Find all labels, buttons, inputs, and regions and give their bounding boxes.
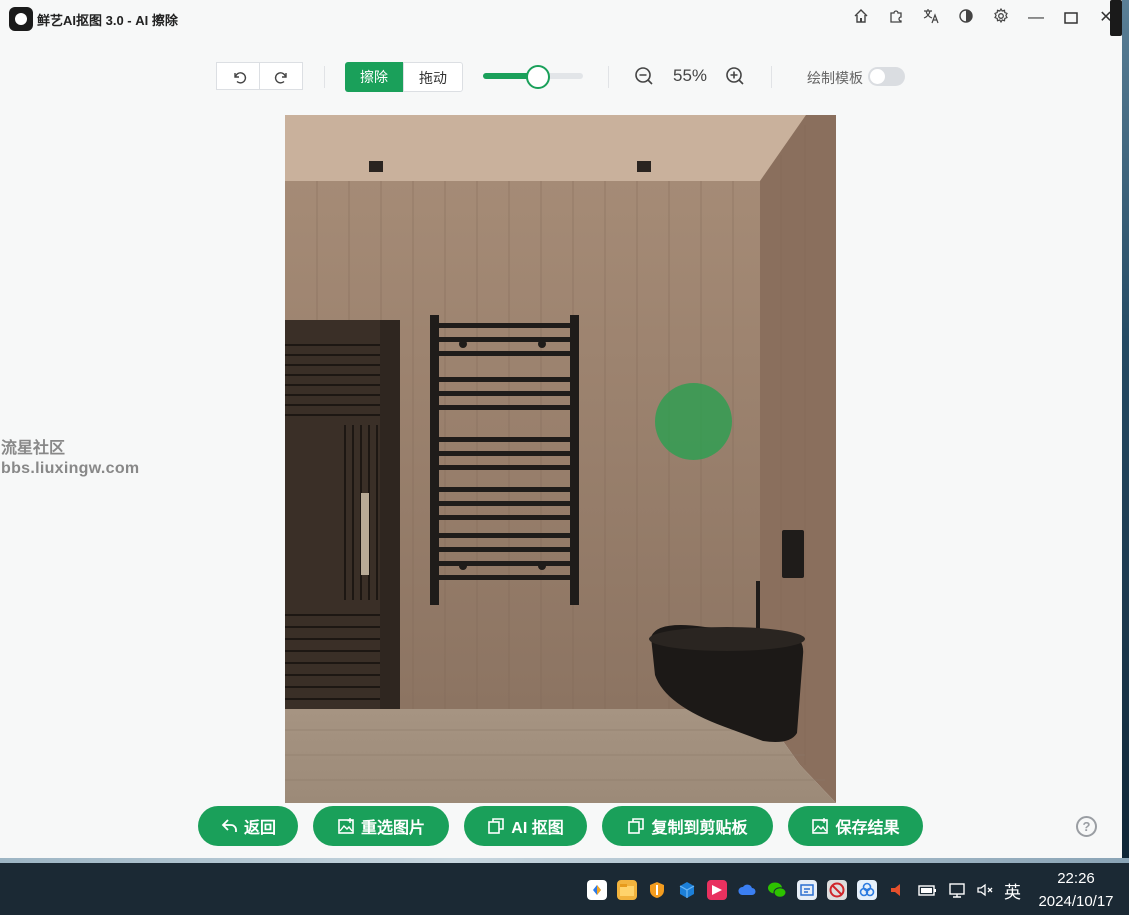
watermark-url: bbs.liuxingw.com xyxy=(1,460,140,477)
gear-icon[interactable] xyxy=(991,7,1011,28)
wechat-tray-icon[interactable] xyxy=(767,880,787,900)
copy-to-clipboard-button[interactable]: 复制到剪贴板 xyxy=(602,806,773,846)
back-button-label: 返回 xyxy=(243,820,276,837)
image-canvas[interactable] xyxy=(285,115,836,803)
network-app-tray-icon[interactable] xyxy=(857,880,877,900)
toolbar-divider xyxy=(608,66,609,88)
title-bar: 鲜艺AI抠图 3.0 - AI 擦除 — ✕ xyxy=(0,0,1122,36)
image-save-icon xyxy=(812,818,829,834)
ai-cutout-label: AI 抠图 xyxy=(511,820,564,837)
save-result-button[interactable]: 保存结果 xyxy=(788,806,923,846)
back-button[interactable]: 返回 xyxy=(198,806,298,846)
theme-icon[interactable] xyxy=(956,8,976,28)
brush-cursor xyxy=(655,383,732,460)
back-arrow-icon xyxy=(221,819,237,832)
brush-size-handle[interactable] xyxy=(526,65,550,89)
draw-template-toggle[interactable] xyxy=(868,67,905,86)
copy-icon xyxy=(628,818,645,834)
zoom-in-button[interactable] xyxy=(724,65,746,87)
translate-icon[interactable] xyxy=(921,8,941,28)
zoom-out-button[interactable] xyxy=(633,65,655,87)
speaker-app-tray-icon[interactable] xyxy=(887,880,907,900)
battery-icon[interactable] xyxy=(917,880,937,900)
redo-icon xyxy=(274,72,287,84)
input-app-tray-icon[interactable] xyxy=(797,880,817,900)
app-window: 鲜艺AI抠图 3.0 - AI 擦除 — ✕ 擦除 拖动 55% 绘制模板 流星… xyxy=(0,0,1122,858)
media-app-tray-icon[interactable] xyxy=(707,880,727,900)
toolbar-divider xyxy=(324,66,325,88)
reselect-image-label: 重选图片 xyxy=(360,820,425,837)
undo-button[interactable] xyxy=(216,62,260,90)
cube-app-tray-icon[interactable] xyxy=(677,880,697,900)
bathroom-photo xyxy=(285,115,836,803)
draw-template-label: 绘制模板 xyxy=(807,70,863,86)
copy-icon xyxy=(488,818,505,834)
blocked-app-tray-icon[interactable] xyxy=(827,880,847,900)
home-icon[interactable] xyxy=(851,8,871,28)
brush-size-slider[interactable] xyxy=(483,65,583,89)
scrollbar-thumb[interactable] xyxy=(1110,0,1122,36)
save-result-label: 保存结果 xyxy=(835,820,900,837)
ai-cutout-button[interactable]: AI 抠图 xyxy=(464,806,587,846)
input-method-indicator[interactable]: 英 xyxy=(1004,878,1021,903)
help-icon[interactable]: ? xyxy=(1076,816,1097,837)
network-icon[interactable] xyxy=(947,880,967,900)
cloud-drive-tray-icon[interactable] xyxy=(737,880,757,900)
clock-time[interactable]: 22:26 xyxy=(1036,870,1116,887)
file-manager-tray-icon[interactable] xyxy=(617,880,637,900)
watermark-title: 流星社区 xyxy=(1,440,66,457)
window-title: 鲜艺AI抠图 3.0 - AI 擦除 xyxy=(37,13,178,28)
zoom-out-icon xyxy=(635,67,653,85)
toolbar-divider xyxy=(771,66,772,88)
erase-mode-button[interactable]: 擦除 xyxy=(345,62,403,92)
undo-icon xyxy=(234,72,247,84)
app-logo xyxy=(9,7,33,31)
volume-muted-icon[interactable] xyxy=(975,880,995,900)
plugin-icon[interactable] xyxy=(886,8,906,28)
desktop-background-edge xyxy=(1122,0,1129,862)
maximize-button[interactable] xyxy=(1059,6,1083,30)
minimize-button[interactable]: — xyxy=(1024,6,1048,30)
reselect-image-button[interactable]: 重选图片 xyxy=(313,806,449,846)
security-shield-tray-icon[interactable] xyxy=(647,880,667,900)
redo-button[interactable] xyxy=(259,62,303,90)
drag-mode-button[interactable]: 拖动 xyxy=(403,62,463,92)
copy-to-clipboard-label: 复制到剪贴板 xyxy=(651,820,748,837)
image-add-icon xyxy=(338,818,354,834)
zoom-in-icon xyxy=(726,67,744,85)
browser-tray-icon[interactable] xyxy=(587,880,607,900)
zoom-level: 55% xyxy=(672,66,708,85)
clock-date[interactable]: 2024/10/17 xyxy=(1030,893,1122,910)
